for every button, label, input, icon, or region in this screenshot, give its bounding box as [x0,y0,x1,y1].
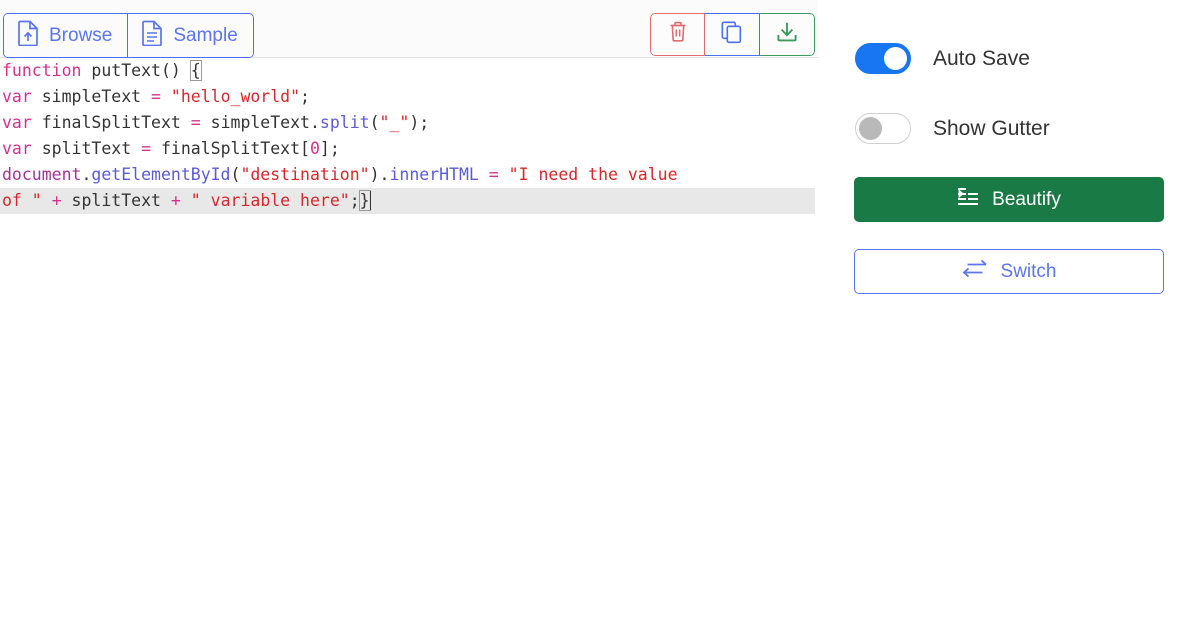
code-token: { [189,60,202,81]
editor-toolbar: Browse Sample [0,0,818,58]
code-line[interactable]: var simpleText = "hello_world"; [0,84,818,110]
code-token: "hello_world" [170,87,301,106]
text-cursor [369,191,371,210]
switch-button[interactable]: Switch [854,249,1164,294]
code-token: = [190,113,201,132]
code-token: simpleText [200,113,310,132]
trash-icon [668,21,688,48]
code-content[interactable]: function putText() {var simpleText = "he… [0,58,818,214]
copy-icon [721,20,743,49]
code-token: "I need the value [508,165,678,184]
sample-button[interactable]: Sample [127,14,253,57]
swap-arrows-icon [962,259,988,285]
app-root: Browse Sample function putText() {var s… [0,0,1200,628]
sample-button-label: Sample [173,25,238,46]
code-token: finalSplitText [31,113,191,132]
code-token: of " [2,191,42,210]
editor-pane: Browse Sample function putText() {var s… [0,0,818,628]
code-token: innerHTML [389,165,479,184]
code-token: () [160,61,191,80]
auto-save-toggle[interactable] [855,43,911,74]
code-token: finalSplitText[ [151,139,310,158]
code-token: ; [300,87,310,106]
code-token: var [2,139,32,158]
delete-button[interactable] [650,13,705,56]
code-line[interactable]: of " + splitText + " variable here";} [0,188,815,214]
code-token: ); [409,113,430,132]
code-token: = [141,139,152,158]
code-token: = [151,87,161,106]
auto-save-row: Auto Save [855,43,1030,74]
code-token: splitText [31,139,142,158]
code-token: function [2,61,82,80]
code-token: "_" [379,113,410,132]
code-token: getElementById [91,165,231,184]
copy-button[interactable] [705,13,760,56]
code-token: + [170,191,181,210]
show-gutter-label: Show Gutter [933,116,1050,140]
code-token: simpleText [31,87,152,106]
code-token: ( [369,113,380,132]
download-icon [776,21,798,48]
show-gutter-row: Show Gutter [855,113,1050,144]
file-upload-icon [17,20,40,52]
show-gutter-toggle-knob [859,117,882,140]
download-button[interactable] [760,13,815,56]
auto-save-label: Auto Save [933,46,1030,70]
code-line[interactable]: var splitText = finalSplitText[0]; [0,136,818,162]
code-token: var [2,113,32,132]
code-token: ). [369,165,390,184]
source-button-group: Browse Sample [3,13,254,58]
code-token: " variable here" [190,191,350,210]
code-token: . [309,113,320,132]
settings-sidebar: Auto Save Show Gutter Beautify Switch [818,0,1200,628]
switch-button-label: Switch [1000,260,1057,282]
code-token: + [51,191,62,210]
code-line[interactable]: document.getElementById("destination").i… [0,162,818,188]
code-editor[interactable]: function putText() {var simpleText = "he… [0,58,818,628]
code-token: ]; [319,139,340,158]
browse-button-label: Browse [49,25,113,46]
code-token: "destination" [240,165,370,184]
code-token: document [2,165,82,184]
code-token: ( [230,165,241,184]
beautify-button[interactable]: Beautify [854,177,1164,222]
editor-action-button-group [650,13,815,56]
indent-icon [957,187,979,212]
code-token: split [319,113,370,132]
beautify-button-label: Beautify [992,188,1061,210]
browse-button[interactable]: Browse [4,14,128,57]
code-token: var [2,87,32,106]
show-gutter-toggle[interactable] [855,113,911,144]
code-token: 0 [309,139,320,158]
code-token: splitText [61,191,171,210]
auto-save-toggle-knob [884,47,907,70]
code-line[interactable]: var finalSplitText = simpleText.split("_… [0,110,818,136]
code-line[interactable]: function putText() { [0,58,818,84]
code-token: putText [91,61,161,80]
code-token: = [488,165,499,184]
file-document-icon [141,20,164,52]
code-token: . [81,165,92,184]
